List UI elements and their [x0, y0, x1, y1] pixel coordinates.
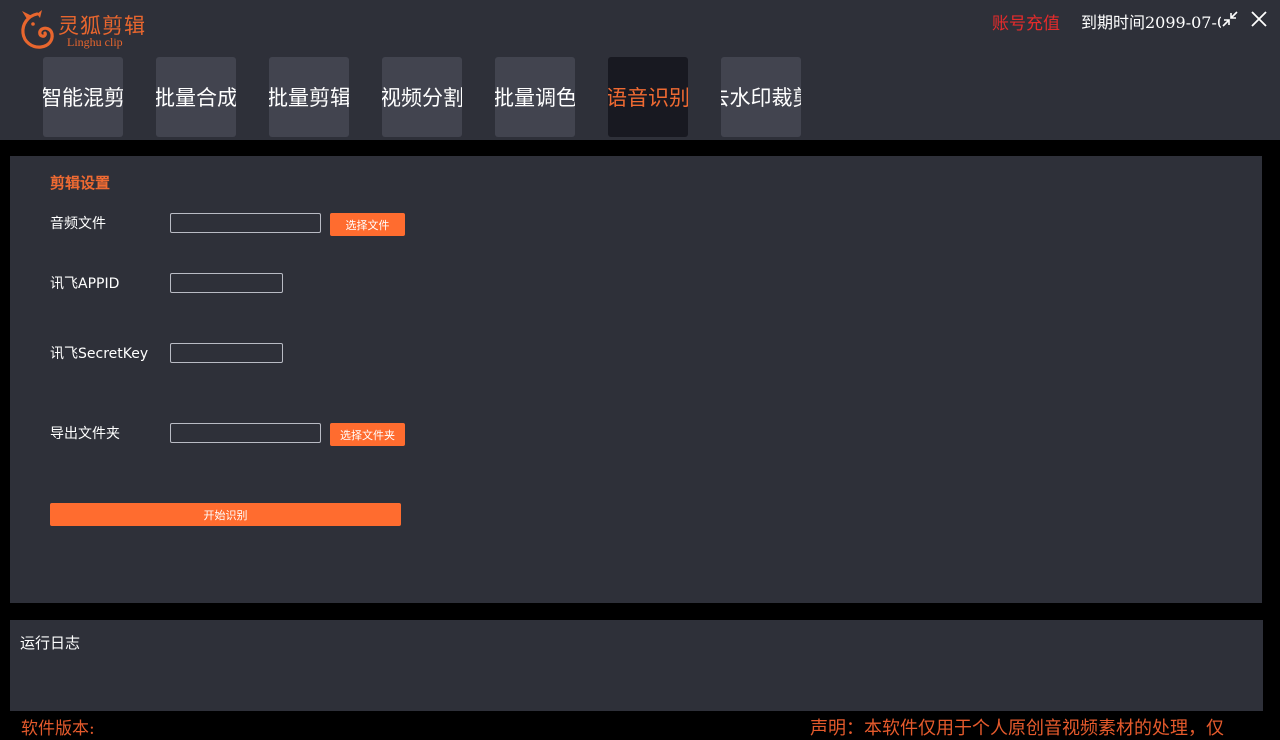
tab-label: 去水印裁剪 — [721, 86, 801, 110]
expire-date: 到期时间2099-07-01 — [1081, 13, 1221, 32]
title-bar: 灵狐剪辑 Linghu clip 账号充值 到期时间2099-07-01 智能混… — [0, 0, 1280, 140]
secret-key-input[interactable] — [170, 343, 283, 363]
choose-folder-button[interactable]: 选择文件夹 — [330, 423, 405, 446]
recharge-link[interactable]: 账号充值 — [992, 9, 1060, 34]
fox-logo-icon — [21, 10, 54, 49]
output-folder-label: 导出文件夹 — [50, 426, 120, 442]
log-panel: 运行日志 — [10, 620, 1263, 711]
secret-key-label: 讯飞SecretKey — [50, 346, 149, 362]
appid-input[interactable] — [170, 273, 283, 293]
tab-label: 视频分割 — [382, 86, 462, 110]
output-folder-input[interactable] — [170, 423, 321, 443]
choose-file-button[interactable]: 选择文件 — [330, 213, 405, 236]
close-icon[interactable] — [1250, 10, 1268, 28]
tab-batch-compose[interactable]: 批量合成 — [156, 57, 236, 137]
tab-batch-color[interactable]: 批量调色 — [495, 57, 575, 137]
audio-file-label: 音频文件 — [50, 216, 106, 232]
tab-watermark-crop[interactable]: 去水印裁剪 — [721, 57, 801, 137]
minimize-icon[interactable] — [1221, 10, 1239, 28]
logo-subtitle: Linghu clip — [67, 35, 123, 49]
appid-label: 讯飞APPID — [50, 276, 120, 292]
tab-video-split[interactable]: 视频分割 — [382, 57, 462, 137]
tab-label: 智能混剪 — [43, 86, 123, 110]
settings-panel: 剪辑设置 音频文件 选择文件 讯飞APPID 讯飞SecretKey 导出文件夹… — [10, 156, 1262, 603]
tab-label: 语音识别 — [608, 86, 688, 110]
tab-speech-recognition[interactable]: 语音识别 — [608, 57, 688, 137]
tab-label: 批量合成 — [156, 86, 236, 110]
tab-smart-mix[interactable]: 智能混剪 — [43, 57, 123, 137]
audio-file-input[interactable] — [170, 213, 321, 233]
app-logo: 灵狐剪辑 Linghu clip — [18, 8, 148, 52]
tab-label: 批量调色 — [495, 86, 575, 110]
version-label: 软件版本: — [21, 719, 95, 739]
log-title: 运行日志 — [20, 634, 81, 652]
tab-batch-edit[interactable]: 批量剪辑 — [269, 57, 349, 137]
tab-label: 批量剪辑 — [269, 86, 349, 110]
disclaimer-marquee: 声明：本软件仅用于个人原创音视频素材的处理，仅 — [810, 718, 1224, 739]
section-title: 剪辑设置 — [50, 174, 111, 192]
start-recognition-button[interactable]: 开始识别 — [50, 503, 401, 526]
